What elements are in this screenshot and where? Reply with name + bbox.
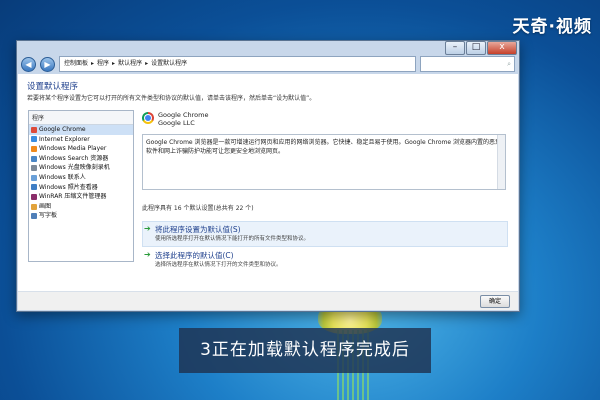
program-item-disc-burner[interactable]: Windows 光盘映像刻录机 [29,163,133,173]
set-default-subtitle: 使用所选程序打开在默认情况下能打开的所有文件类型和协议。 [155,236,310,242]
search-icon: ⌕ [507,60,511,68]
contacts-icon [31,174,37,181]
program-item-contacts[interactable]: Windows 联系人 [29,173,133,183]
choose-defaults-option[interactable]: ➔ 选择此程序的默认值(C) 选择所选程序在默认情况下打开的文件类型和协议。 [142,250,506,270]
app-description-box: Google Chrome 浏览器是一款可增速运行网页和应用的网络浏览器。它快捷… [142,134,506,190]
chrome-logo-icon [142,112,154,124]
paint-icon [31,203,37,210]
window-controls: – □ x [445,41,517,55]
wordpad-icon [31,213,37,220]
winrar-icon [31,193,37,200]
back-arrow-icon[interactable]: ◀ [21,56,36,72]
set-default-option[interactable]: ➔ 将此程序设置为默认值(S) 使用所选程序打开在默认情况下能打开的所有文件类型… [142,221,508,247]
app-vendor: Google LLC [158,119,195,127]
address-row: ◀ ▶ 控制面板 ▸ 程序 ▸ 默认程序 ▸ 设置默认程序 ⌕ [17,55,519,73]
breadcrumb-separator-icon: ▸ [91,60,95,67]
forward-arrow-icon[interactable]: ▶ [40,56,55,72]
media-player-icon [31,145,37,152]
minimize-button[interactable]: – [445,41,465,55]
program-item-ie[interactable]: Internet Explorer [29,135,133,145]
breadcrumb-item[interactable]: 设置默认程序 [151,57,187,71]
program-list: 程序 Google Chrome Internet Explorer Windo… [28,110,134,262]
green-arrow-icon: ➔ [144,224,151,233]
program-item-photo-viewer[interactable]: Windows 照片查看器 [29,183,133,193]
ie-icon [31,136,37,143]
program-item-wordpad[interactable]: 写字板 [29,211,133,221]
ok-button[interactable]: 确定 [480,295,510,308]
breadcrumb-item[interactable]: 默认程序 [118,57,142,71]
page-title: 设置默认程序 [27,82,79,92]
program-item-search[interactable]: Windows Search 资源器 [29,154,133,164]
main-content: 设置默认程序 若要将某个程序设置为它可以打开的所有文件类型和协议的默认值，请单击… [18,74,518,310]
photo-viewer-icon [31,184,37,191]
breadcrumb[interactable]: 控制面板 ▸ 程序 ▸ 默认程序 ▸ 设置默认程序 [59,56,416,72]
page-description: 若要将某个程序设置为它可以打开的所有文件类型和协议的默认值，请单击该程序，然后单… [27,95,316,102]
program-item-chrome[interactable]: Google Chrome [29,125,133,135]
control-panel-window: – □ x ◀ ▶ 控制面板 ▸ 程序 ▸ 默认程序 ▸ 设置默认程序 ⌕ 设置默认程… [16,40,520,312]
green-arrow-icon: ➔ [144,250,151,259]
description-scrollbar[interactable] [497,135,505,189]
app-name: Google Chrome [158,111,209,119]
program-item-paint[interactable]: 画图 [29,202,133,212]
choose-defaults-subtitle: 选择所选程序在默认情况下打开的文件类型和协议。 [155,262,282,268]
program-item-wmp[interactable]: Windows Media Player [29,144,133,154]
breadcrumb-item[interactable]: 程序 [97,57,109,71]
maximize-button[interactable]: □ [466,41,486,55]
program-item-winrar[interactable]: WinRAR 压缩文件管理器 [29,192,133,202]
breadcrumb-separator-icon: ▸ [112,60,116,67]
close-button[interactable]: x [487,41,517,55]
title-bar[interactable]: – □ x [17,41,519,55]
breadcrumb-separator-icon: ▸ [145,60,149,67]
program-list-header: 程序 [29,111,133,125]
brand-watermark: 天奇·视频 [512,17,592,37]
search-app-icon [31,155,37,162]
breadcrumb-item[interactable]: 控制面板 [64,57,88,71]
video-caption: 3正在加载默认程序完成后 [179,328,431,373]
chrome-icon [31,126,37,133]
defaults-count: 此程序具有 16 个默认设置(总共有 22 个) [142,205,254,212]
disc-icon [31,165,37,172]
app-description: Google Chrome 浏览器是一款可增速运行网页和应用的网络浏览器。它快捷… [146,139,502,155]
dialog-footer: 确定 [18,291,518,310]
search-input[interactable]: ⌕ [420,56,515,72]
